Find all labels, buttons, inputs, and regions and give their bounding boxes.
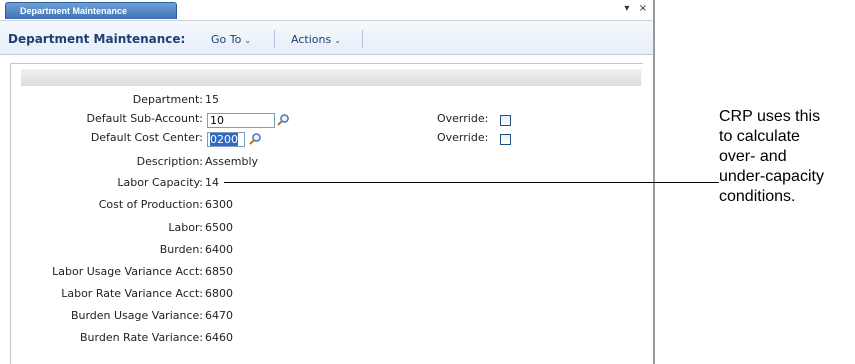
burden-value: 6400 (205, 243, 233, 256)
sub-account-override-row: Override: (437, 112, 488, 130)
description-value: Assembly (205, 155, 259, 168)
sub-account-override-checkbox[interactable] (500, 115, 511, 126)
callout-line-4: under-capacity (719, 168, 824, 185)
actions-label: Actions (291, 33, 332, 46)
callout-leader-tail (705, 182, 719, 183)
default-cost-center-value: 0200 (210, 133, 238, 146)
cost-of-production-value: 6300 (205, 198, 233, 211)
window-controls: ▾ × (618, 3, 647, 14)
callout-line-1: CRP uses this (719, 108, 821, 125)
default-sub-account-label: Default Sub-Account: (86, 112, 203, 125)
labor-capacity-label: Labor Capacity: (117, 176, 203, 189)
page-title: Department Maintenance: (8, 32, 186, 46)
go-to-label: Go To (211, 33, 242, 46)
toolbar-divider (274, 30, 275, 48)
burden-rate-variance-label: Burden Rate Variance: (79, 331, 203, 344)
labor-capacity-value: 14 (205, 176, 219, 189)
cost-center-override-label: Override: (437, 131, 489, 144)
toolbar: Department Maintenance: Go To ⌄ Actions ⌄ (0, 21, 653, 55)
default-sub-account-value: 10 (210, 114, 224, 127)
chevron-down-icon: ⌄ (334, 36, 341, 45)
section-header-bar (21, 69, 641, 86)
burden-usage-variance-value: 6470 (205, 309, 233, 322)
description-label: Description: (136, 155, 203, 168)
cost-center-override-row: Override: (437, 131, 488, 149)
department-label: Department: (132, 93, 203, 106)
labor-label: Labor: (168, 221, 203, 234)
sub-account-override-label: Override: (437, 112, 489, 125)
actions-menu[interactable]: Actions ⌄ (291, 33, 341, 46)
labor-rate-variance-value: 6800 (205, 287, 233, 300)
toolbar-divider (362, 30, 363, 48)
tab-strip: Department Maintenance ▾ × (0, 0, 653, 21)
burden-rate-variance-value: 6460 (205, 331, 233, 344)
go-to-menu[interactable]: Go To ⌄ (211, 33, 251, 46)
chevron-down-icon[interactable]: ▾ (624, 3, 629, 14)
chevron-down-icon: ⌄ (244, 36, 252, 45)
callout-leader-line (224, 182, 705, 183)
search-icon[interactable] (248, 132, 262, 146)
callout-note: CRP uses this to calculate over- and und… (719, 107, 855, 207)
search-icon[interactable] (276, 113, 290, 127)
close-icon[interactable]: × (639, 3, 647, 14)
default-cost-center-label: Default Cost Center: (90, 131, 203, 144)
callout-line-5: conditions. (719, 188, 796, 205)
tab-department-maintenance[interactable]: Department Maintenance (5, 2, 177, 19)
cost-of-production-label: Cost of Production: (98, 198, 203, 211)
default-sub-account-field[interactable]: 10 (207, 113, 275, 128)
labor-usage-variance-label: Labor Usage Variance Acct: (52, 265, 203, 278)
labor-usage-variance-value: 6850 (205, 265, 233, 278)
cost-center-override-checkbox[interactable] (500, 134, 511, 145)
callout-line-3: over- and (719, 148, 787, 165)
labor-rate-variance-label: Labor Rate Variance Acct: (61, 287, 203, 300)
labor-value: 6500 (205, 221, 233, 234)
burden-label: Burden: (159, 243, 203, 256)
default-cost-center-field[interactable]: 0200 (207, 132, 245, 147)
callout-line-2: to calculate (719, 128, 800, 145)
department-value: 15 (205, 93, 219, 106)
burden-usage-variance-label: Burden Usage Variance: (70, 309, 203, 322)
